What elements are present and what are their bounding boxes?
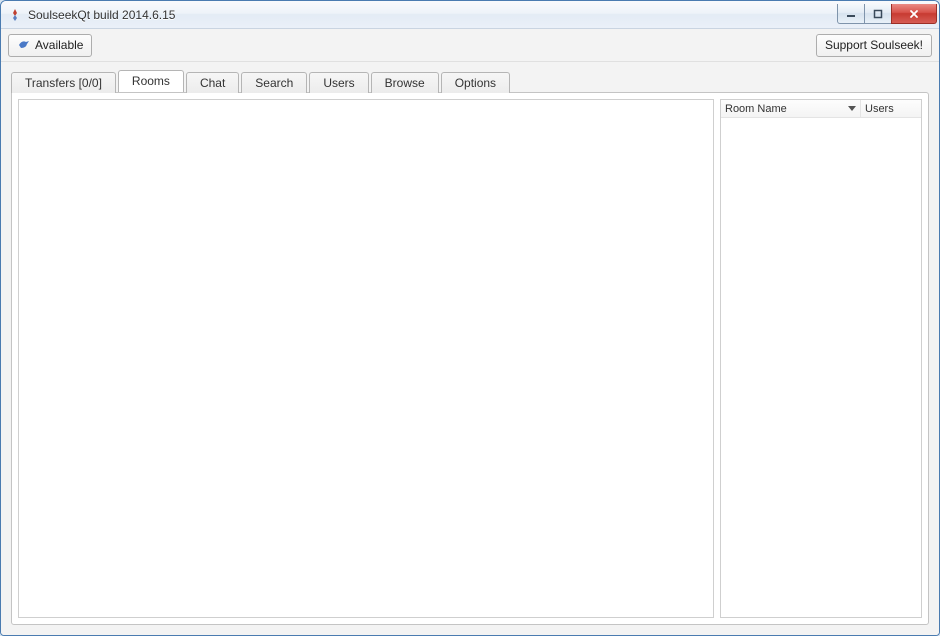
sort-indicator-icon <box>848 106 856 111</box>
column-room-name-label: Room Name <box>725 103 787 115</box>
title-bar: SoulseekQt build 2014.6.15 <box>1 1 939 29</box>
tab-users[interactable]: Users <box>309 72 368 93</box>
column-users[interactable]: Users <box>861 100 921 117</box>
column-room-name[interactable]: Room Name <box>721 100 861 117</box>
app-icon <box>7 7 23 23</box>
tab-options[interactable]: Options <box>441 72 510 93</box>
minimize-button[interactable] <box>837 4 865 24</box>
tab-rooms[interactable]: Rooms <box>118 70 184 92</box>
room-list-header: Room Name Users <box>721 100 921 118</box>
column-users-label: Users <box>865 103 894 115</box>
status-available-button[interactable]: Available <box>8 34 92 57</box>
tab-strip: Transfers [0/0] Rooms Chat Search Users … <box>11 70 929 92</box>
toolbar: Available Support Soulseek! <box>1 29 939 62</box>
app-window: SoulseekQt build 2014.6.15 Available <box>0 0 940 636</box>
room-list-body[interactable] <box>721 118 921 617</box>
status-label: Available <box>35 38 83 52</box>
close-button[interactable] <box>891 4 937 24</box>
tab-chat[interactable]: Chat <box>186 72 239 93</box>
tab-transfers[interactable]: Transfers [0/0] <box>11 72 116 93</box>
rooms-tab-content: Room Name Users <box>11 92 929 625</box>
main-tabs-area: Transfers [0/0] Rooms Chat Search Users … <box>1 62 939 635</box>
support-label: Support Soulseek! <box>825 38 923 52</box>
room-list-panel: Room Name Users <box>720 99 922 618</box>
maximize-button[interactable] <box>864 4 892 24</box>
tab-search[interactable]: Search <box>241 72 307 93</box>
window-controls <box>838 4 937 24</box>
tab-browse[interactable]: Browse <box>371 72 439 93</box>
window-title: SoulseekQt build 2014.6.15 <box>28 8 838 22</box>
bird-icon <box>17 38 31 52</box>
rooms-main-panel <box>18 99 714 618</box>
support-soulseek-button[interactable]: Support Soulseek! <box>816 34 932 57</box>
